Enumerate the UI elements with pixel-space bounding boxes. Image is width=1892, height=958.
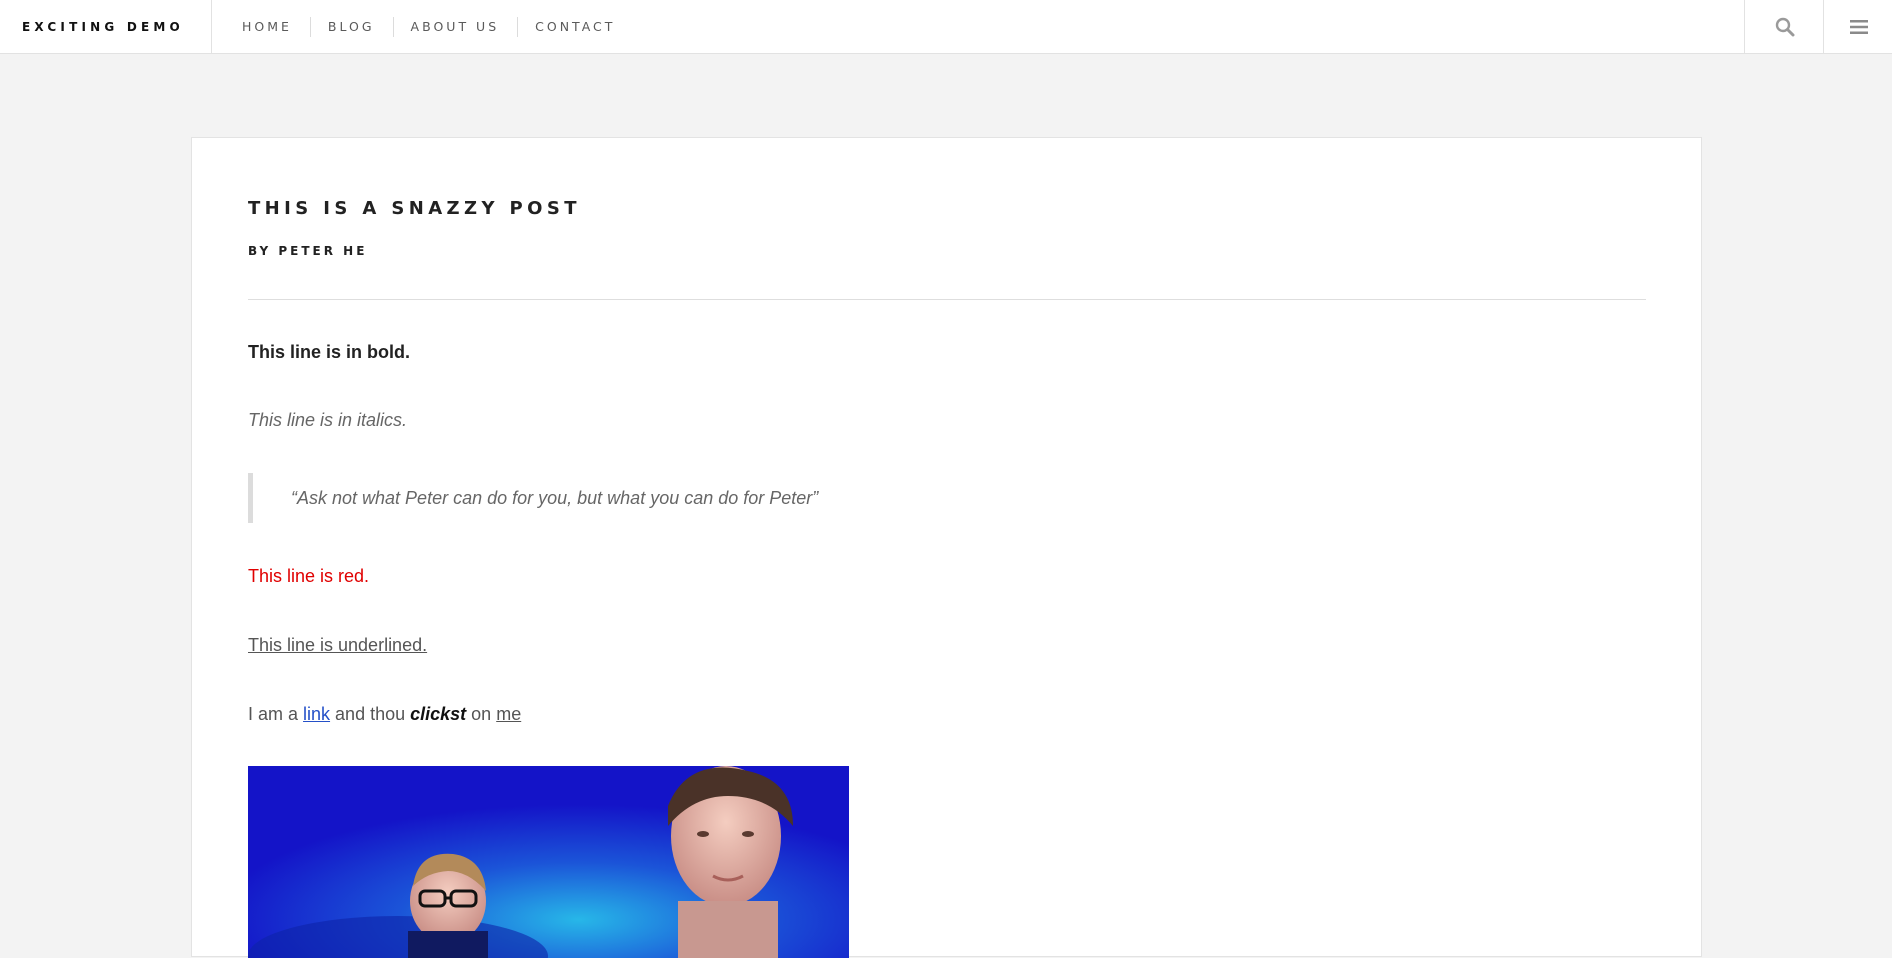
top-navigation-bar: EXCITING DEMO HOME BLOG ABOUT US CONTACT — [0, 0, 1892, 54]
post-author: BY PETER HE — [248, 244, 368, 258]
nav-item-about-us[interactable]: ABOUT US — [392, 16, 518, 37]
quote-text: “Ask not what Peter can do for you, but … — [291, 487, 819, 508]
link-sentence-prefix: I am a — [248, 704, 304, 724]
bold-line: This line is in bold. — [248, 342, 411, 362]
site-brand[interactable]: EXCITING DEMO — [0, 0, 212, 53]
nav-item-blog[interactable]: BLOG — [309, 16, 393, 37]
nav-item-home[interactable]: HOME — [213, 17, 310, 37]
title-divider — [248, 299, 1646, 300]
post-photo — [248, 766, 849, 958]
search-icon — [1775, 17, 1794, 36]
link-sentence-middle: and thou — [330, 704, 411, 724]
hamburger-menu-icon — [1849, 19, 1868, 34]
red-line: This line is red. — [248, 566, 370, 586]
post-title: THIS IS A SNAZZY POST — [248, 198, 581, 219]
me-link[interactable]: me — [496, 704, 521, 724]
nav-item-contact[interactable]: CONTACT — [517, 16, 633, 37]
emphasis-text: clickst — [410, 704, 467, 724]
post-card: THIS IS A SNAZZY POST BY PETER HE This l… — [191, 137, 1702, 958]
search-button[interactable] — [1744, 0, 1824, 53]
blockquote: “Ask not what Peter can do for you, but … — [248, 473, 848, 523]
inline-link[interactable]: link — [303, 704, 330, 724]
italic-line: This line is in italics. — [248, 410, 408, 430]
link-sentence-after: on — [466, 704, 497, 724]
link-sentence: I am a link and thou clickst on me — [248, 704, 521, 725]
main-nav: HOME BLOG ABOUT US CONTACT — [213, 0, 633, 53]
menu-button[interactable] — [1823, 0, 1892, 53]
photo-illustration — [248, 766, 849, 958]
underlined-line: This line is underlined. — [248, 635, 428, 655]
